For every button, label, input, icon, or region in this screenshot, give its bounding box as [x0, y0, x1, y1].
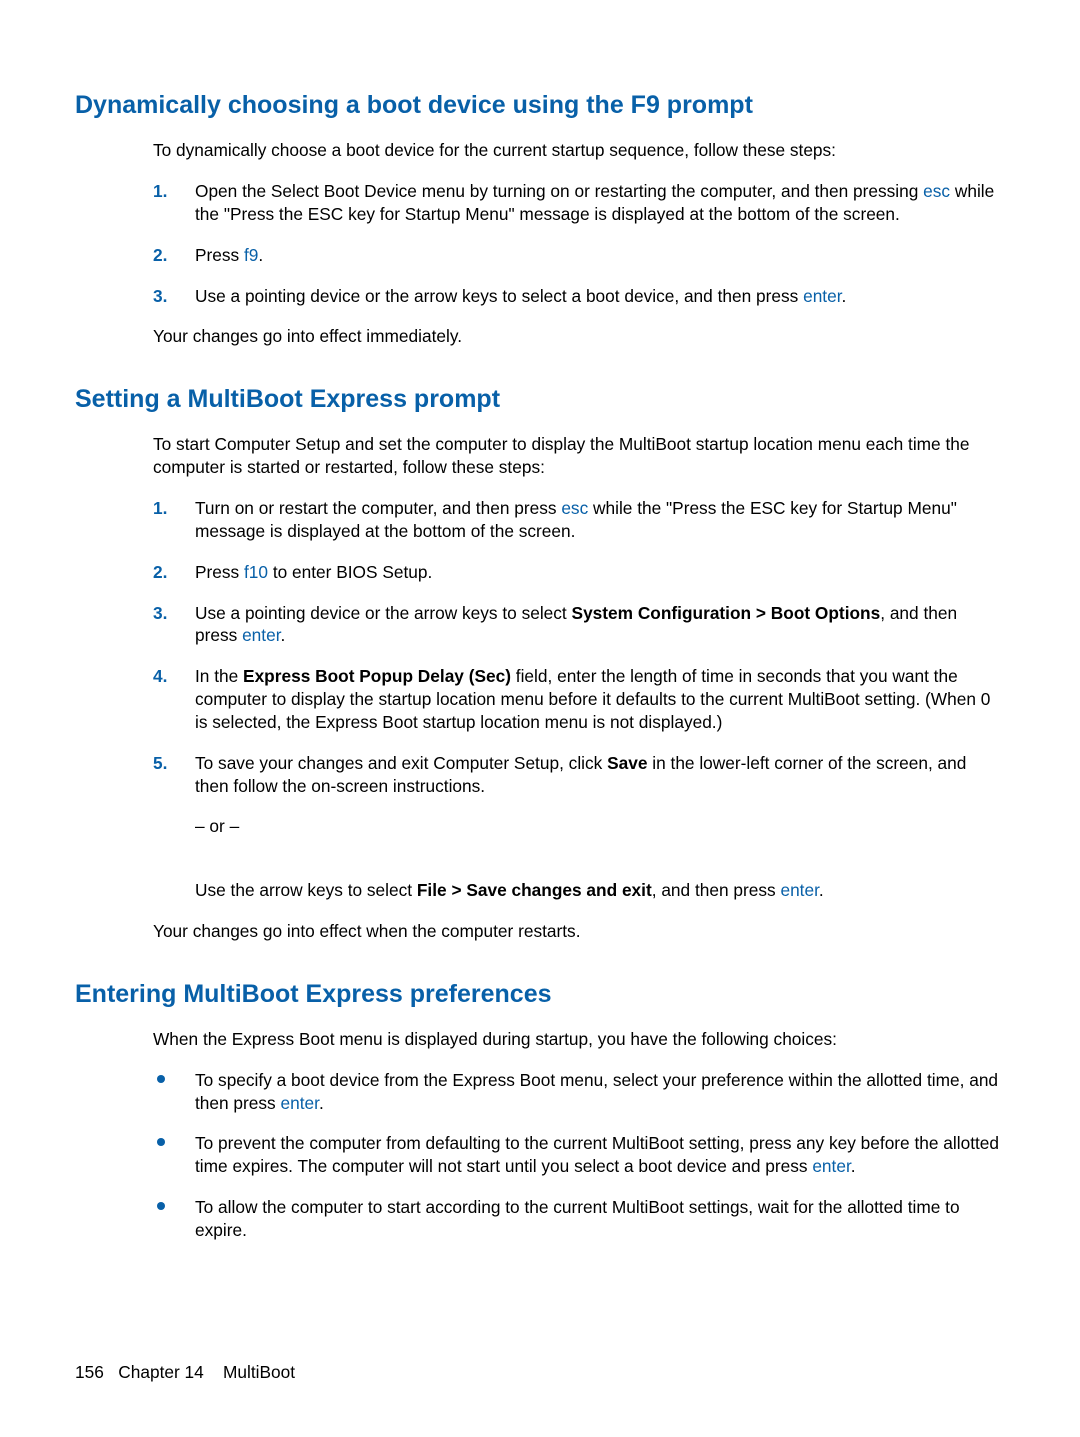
step-text: Turn on or restart the computer, and the…	[195, 498, 957, 541]
step-number: 3.	[153, 285, 167, 308]
intro-paragraph: When the Express Boot menu is displayed …	[153, 1028, 1003, 1051]
text-run: .	[842, 286, 847, 306]
text-run: Press	[195, 245, 244, 265]
text-run: .	[851, 1156, 856, 1176]
step-number: 2.	[153, 561, 167, 584]
bullet-text: To allow the computer to start according…	[195, 1197, 960, 1240]
intro-paragraph: To dynamically choose a boot device for …	[153, 139, 1003, 162]
step-number: 5.	[153, 752, 167, 775]
outro-paragraph: Your changes go into effect when the com…	[153, 920, 1003, 943]
text-run: Press	[195, 562, 244, 582]
step-number: 2.	[153, 244, 167, 267]
step-number: 3.	[153, 602, 167, 625]
text-run: – or –	[195, 816, 239, 836]
text-run: Use a pointing device or the arrow keys …	[195, 603, 572, 623]
document-page: Dynamically choosing a boot device using…	[0, 0, 1080, 1437]
step-text: To save your changes and exit Computer S…	[195, 753, 966, 796]
chapter-label: Chapter 14	[118, 1362, 204, 1382]
bullet-icon	[157, 1138, 165, 1146]
step-text: Use a pointing device or the arrow keys …	[195, 603, 957, 646]
text-run: In the	[195, 666, 243, 686]
section-body: When the Express Boot menu is displayed …	[153, 1028, 1003, 1242]
list-item: 1. Open the Select Boot Device menu by tu…	[153, 180, 1003, 226]
section-body: To start Computer Setup and set the comp…	[153, 433, 1003, 942]
step-text: In the Express Boot Popup Delay (Sec) fi…	[195, 666, 990, 732]
section-heading: Dynamically choosing a boot device using…	[75, 90, 1005, 121]
bold-text: Save	[607, 753, 647, 773]
page-number: 156	[75, 1362, 104, 1382]
list-item: 2. Press f9.	[153, 244, 1003, 267]
step-text: Press f9.	[195, 245, 263, 265]
list-item: 3. Use a pointing device or the arrow key…	[153, 285, 1003, 308]
bold-text: File > Save changes and exit	[417, 880, 652, 900]
bold-text: Express Boot Popup Delay (Sec)	[243, 666, 511, 686]
list-item: 2. Press f10 to enter BIOS Setup.	[153, 561, 1003, 584]
key-text: enter	[242, 625, 280, 645]
text-run: To save your changes and exit Computer S…	[195, 753, 607, 773]
bold-text: System Configuration > Boot Options	[572, 603, 881, 623]
step-extra: – or –	[195, 815, 1003, 838]
list-item: To prevent the computer from defaulting …	[153, 1132, 1003, 1178]
text-run: , and then press	[652, 880, 781, 900]
key-text: enter	[780, 880, 818, 900]
step-extra: Use the arrow keys to select File > Save…	[195, 879, 1003, 902]
bullet-text: To specify a boot device from the Expres…	[195, 1070, 998, 1113]
text-run: Open the Select Boot Device menu by turn…	[195, 181, 923, 201]
section-gap	[75, 366, 1005, 384]
text-run: Turn on or restart the computer, and the…	[195, 498, 561, 518]
key-text: enter	[803, 286, 841, 306]
list-item: 1. Turn on or restart the computer, and t…	[153, 497, 1003, 543]
chapter-title: MultiBoot	[223, 1362, 295, 1382]
list-item: 5. To save your changes and exit Computer…	[153, 752, 1003, 902]
intro-paragraph: To start Computer Setup and set the comp…	[153, 433, 1003, 479]
text-run: .	[258, 245, 263, 265]
step-text: Open the Select Boot Device menu by turn…	[195, 181, 994, 224]
section-gap	[75, 961, 1005, 979]
section-heading: Entering MultiBoot Express preferences	[75, 979, 1005, 1010]
text-run: To allow the computer to start according…	[195, 1197, 960, 1240]
list-item: 4. In the Express Boot Popup Delay (Sec) …	[153, 665, 1003, 733]
step-text: Press f10 to enter BIOS Setup.	[195, 562, 432, 582]
text-run: .	[819, 880, 824, 900]
bullet-list: To specify a boot device from the Expres…	[153, 1069, 1003, 1242]
step-text: Use a pointing device or the arrow keys …	[195, 286, 846, 306]
key-text: enter	[812, 1156, 850, 1176]
text-run: To prevent the computer from defaulting …	[195, 1133, 999, 1176]
ordered-list: 1. Open the Select Boot Device menu by tu…	[153, 180, 1003, 307]
section-body: To dynamically choose a boot device for …	[153, 139, 1003, 348]
key-text: f9	[244, 245, 258, 265]
page-content: Dynamically choosing a boot device using…	[75, 90, 1005, 1242]
key-text: enter	[281, 1093, 319, 1113]
key-text: esc	[923, 181, 950, 201]
bullet-icon	[157, 1075, 165, 1083]
section-heading: Setting a MultiBoot Express prompt	[75, 384, 1005, 415]
page-footer: 156 Chapter 14 MultiBoot	[75, 1362, 295, 1383]
list-item: To specify a boot device from the Expres…	[153, 1069, 1003, 1115]
key-text: f10	[244, 562, 268, 582]
step-number: 1.	[153, 497, 167, 520]
key-text: esc	[561, 498, 588, 518]
outro-paragraph: Your changes go into effect immediately.	[153, 325, 1003, 348]
ordered-list: 1. Turn on or restart the computer, and t…	[153, 497, 1003, 902]
bullet-text: To prevent the computer from defaulting …	[195, 1133, 999, 1176]
text-run: .	[281, 625, 286, 645]
text-run: Use a pointing device or the arrow keys …	[195, 286, 803, 306]
list-item: To allow the computer to start according…	[153, 1196, 1003, 1242]
step-number: 1.	[153, 180, 167, 203]
text-run: Use the arrow keys to select	[195, 880, 417, 900]
text-run: to enter BIOS Setup.	[268, 562, 432, 582]
list-item: 3. Use a pointing device or the arrow key…	[153, 602, 1003, 648]
bullet-icon	[157, 1202, 165, 1210]
step-number: 4.	[153, 665, 167, 688]
text-run: .	[319, 1093, 324, 1113]
